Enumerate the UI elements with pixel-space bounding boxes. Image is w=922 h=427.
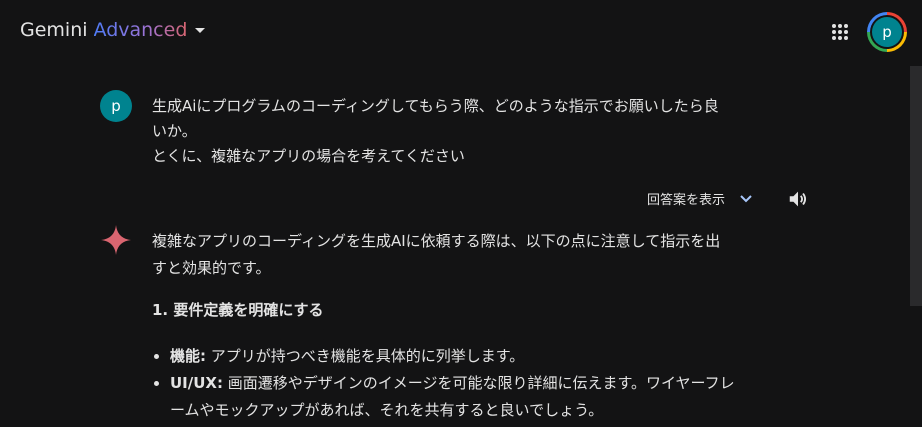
user-prompt-line: とくに、複雑なアプリの場合を考えてください: [152, 147, 465, 165]
model-switcher[interactable]: Gemini Advanced: [20, 19, 206, 41]
caret-down-icon: [195, 27, 206, 33]
list-item: UI/UX: 画面遷移やデザインのイメージを可能な限り詳細に伝えます。ワイヤーフ…: [152, 370, 772, 424]
model-response: 複雑なアプリのコーディングを生成AIに依頼する際は、以下の点に注意して指示を出 …: [152, 228, 772, 282]
account-avatar: p: [872, 17, 902, 47]
bullet-text: 画面遷移やデザインのイメージを可能な限り詳細に伝えます。ワイヤーフレ: [227, 374, 735, 392]
bullet-text: ームやモックアップがあれば、それを共有すると良いでしょう。: [170, 401, 604, 419]
user-avatar: p: [100, 90, 132, 122]
gemini-sparkle-icon: [101, 225, 131, 255]
response-line: すと効果的です。: [152, 259, 271, 277]
response-line: 複雑なアプリのコーディングを生成AIに依頼する際は、以下の点に注意して指示を出: [152, 232, 721, 250]
google-apps-icon[interactable]: [832, 24, 848, 40]
bullet-term: 機能:: [170, 347, 206, 365]
section-heading: 1. 要件定義を明確にする: [152, 301, 324, 319]
top-bar: Gemini Advanced p: [0, 0, 922, 62]
bullet-term: UI/UX:: [170, 374, 223, 392]
scrollbar[interactable]: [910, 66, 922, 306]
show-drafts-label: 回答案を表示: [647, 193, 726, 208]
bullet-text: アプリが持つべき機能を具体的に列挙します。: [210, 347, 525, 365]
bullet-dot-icon: [154, 381, 159, 386]
product-tier: Advanced: [93, 19, 188, 41]
user-prompt: 生成Aiにプログラムのコーディングしてもらう際、どのような指示でお願いしたら良 …: [152, 94, 772, 169]
show-drafts-button[interactable]: 回答案を表示: [647, 189, 753, 208]
list-item: 機能: アプリが持つべき機能を具体的に列挙します。: [152, 343, 772, 370]
user-prompt-line: 生成Aiにプログラムのコーディングしてもらう際、どのような指示でお願いしたら良: [152, 97, 719, 115]
product-name: Gemini: [20, 19, 88, 41]
speaker-icon[interactable]: [787, 188, 809, 210]
bullet-dot-icon: [154, 354, 159, 359]
user-prompt-line: いか。: [152, 122, 197, 140]
bullet-list: 機能: アプリが持つべき機能を具体的に列挙します。 UI/UX: 画面遷移やデザ…: [152, 343, 772, 424]
chevron-down-icon: [740, 194, 752, 202]
account-avatar-button[interactable]: p: [867, 12, 907, 52]
